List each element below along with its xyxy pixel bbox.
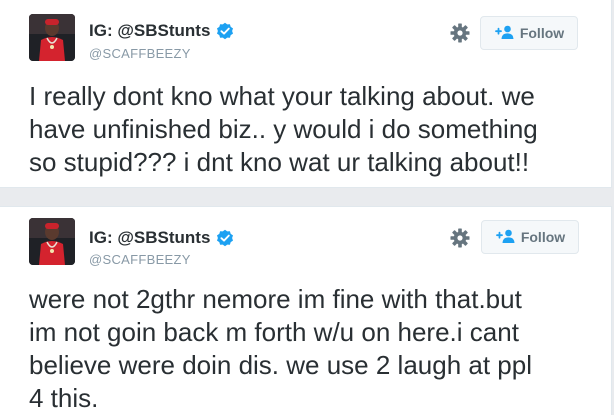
tweet-text: I really dont kno what your talking abou…	[29, 80, 604, 179]
tweet-text-line: so stupid??? i dnt kno wat ur talking ab…	[29, 147, 530, 177]
gear-icon[interactable]	[449, 22, 471, 44]
tweet-card: IG: @SBStunts @SCAFFBEEZY	[0, 0, 612, 188]
tweet-text-line: were not 2gthr nemore im fine with that.…	[29, 284, 522, 314]
tweet-text: were not 2gthr nemore im fine with that.…	[29, 283, 604, 415]
follow-label: Follow	[520, 229, 566, 245]
follow-label: Follow	[519, 25, 565, 41]
display-name[interactable]: IG: @SBStunts	[89, 228, 210, 248]
follow-button[interactable]: Follow	[480, 16, 578, 50]
avatar-image	[29, 14, 75, 61]
user-handle[interactable]: @SCAFFBEEZY	[89, 252, 191, 267]
avatar[interactable]	[29, 218, 75, 265]
tweet-text-line: im not goin back m forth w/u on here.i c…	[29, 317, 519, 347]
verified-badge-icon	[216, 229, 234, 247]
follow-button[interactable]: Follow	[481, 220, 579, 254]
verified-badge-icon	[216, 22, 234, 40]
avatar-image	[29, 218, 75, 265]
tweet-card: IG: @SBStunts @SCAFFBEEZY	[0, 206, 612, 415]
tweet-text-line: 4 this.	[29, 383, 99, 413]
tweet-text-line: I really dont kno what your talking abou…	[29, 81, 535, 111]
tweet-text-line: believe were doin dis. we use 2 laugh at…	[29, 350, 532, 380]
display-name[interactable]: IG: @SBStunts	[89, 21, 210, 41]
tweet-text-line: have unfinished biz.. y would i do somet…	[29, 114, 538, 144]
add-person-icon	[495, 229, 515, 246]
gear-icon[interactable]	[449, 227, 471, 249]
avatar[interactable]	[29, 14, 75, 61]
user-handle[interactable]: @SCAFFBEEZY	[89, 46, 191, 61]
add-person-icon	[494, 25, 514, 42]
